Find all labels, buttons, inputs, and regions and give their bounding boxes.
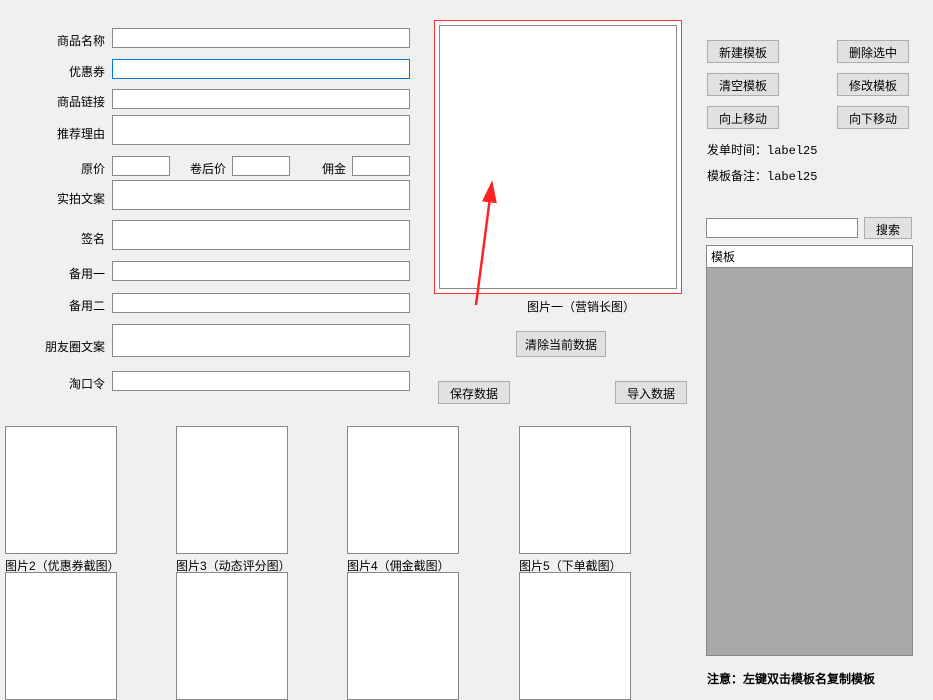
after-coupon-price-input[interactable] — [232, 156, 290, 176]
spare2-input[interactable] — [112, 293, 410, 313]
moments-copy-label: 朋友圈文案 — [40, 338, 105, 355]
modify-template-button[interactable]: 修改模板 — [837, 73, 909, 96]
image4-box[interactable] — [347, 426, 459, 554]
template-list-header: 模板 — [707, 246, 912, 268]
tao-password-label: 淘口令 — [45, 375, 105, 392]
search-button[interactable]: 搜索 — [864, 217, 912, 239]
image1-label: 图片一（营销长图） — [527, 298, 635, 315]
product-link-label: 商品链接 — [45, 93, 105, 110]
clear-template-button[interactable]: 清空模板 — [707, 73, 779, 96]
spare1-input[interactable] — [112, 261, 410, 281]
note-label: 注意：左键双击模板名复制模板 — [707, 670, 875, 687]
recommend-reason-input[interactable] — [112, 115, 410, 145]
image1-box[interactable] — [439, 25, 677, 289]
coupon-label: 优惠券 — [45, 63, 105, 80]
save-data-button[interactable]: 保存数据 — [438, 381, 510, 404]
post-time-label: 发单时间：label25 — [707, 141, 817, 158]
template-listbox[interactable]: 模板 — [706, 245, 913, 656]
product-name-input[interactable] — [112, 28, 410, 48]
image8-box[interactable] — [347, 572, 459, 700]
signature-label: 签名 — [45, 230, 105, 247]
moments-copy-input[interactable] — [112, 324, 410, 357]
real-shot-copy-input[interactable] — [112, 180, 410, 210]
clear-current-button[interactable]: 清除当前数据 — [516, 331, 606, 357]
delete-selected-button[interactable]: 删除选中 — [837, 40, 909, 63]
commission-label: 佣金 — [310, 160, 346, 177]
signature-input[interactable] — [112, 220, 410, 250]
search-input[interactable] — [706, 218, 858, 238]
spare2-label: 备用二 — [45, 297, 105, 314]
original-price-label: 原价 — [45, 160, 105, 177]
move-up-button[interactable]: 向上移动 — [707, 106, 779, 129]
product-name-label: 商品名称 — [45, 32, 105, 49]
image2-box[interactable] — [5, 426, 117, 554]
product-link-input[interactable] — [112, 89, 410, 109]
image3-box[interactable] — [176, 426, 288, 554]
original-price-input[interactable] — [112, 156, 170, 176]
spare1-label: 备用一 — [45, 265, 105, 282]
image7-box[interactable] — [176, 572, 288, 700]
image5-box[interactable] — [519, 426, 631, 554]
template-note-label: 模板备注：label25 — [707, 167, 817, 184]
recommend-reason-label: 推荐理由 — [45, 125, 105, 142]
new-template-button[interactable]: 新建模板 — [707, 40, 779, 63]
real-shot-copy-label: 实拍文案 — [45, 190, 105, 207]
move-down-button[interactable]: 向下移动 — [837, 106, 909, 129]
after-coupon-price-label: 卷后价 — [176, 160, 226, 177]
tao-password-input[interactable] — [112, 371, 410, 391]
image6-box[interactable] — [5, 572, 117, 700]
coupon-input[interactable] — [112, 59, 410, 79]
image9-box[interactable] — [519, 572, 631, 700]
commission-input[interactable] — [352, 156, 410, 176]
import-data-button[interactable]: 导入数据 — [615, 381, 687, 404]
